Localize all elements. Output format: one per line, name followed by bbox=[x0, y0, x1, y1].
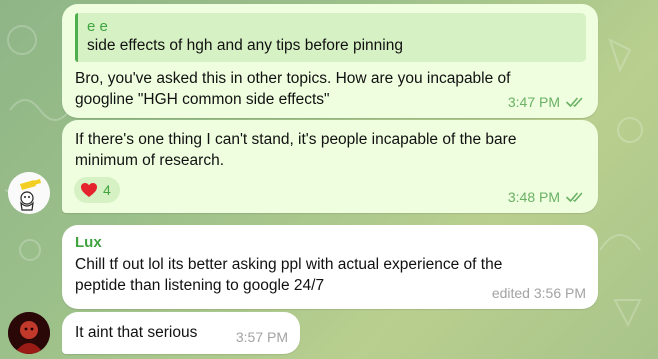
message-meta: 3:57 PM bbox=[236, 329, 288, 345]
message-text: If there's one thing I can't stand, it's… bbox=[75, 131, 517, 169]
message-meta: 3:48 PM bbox=[508, 189, 586, 205]
sender-avatar[interactable] bbox=[8, 312, 50, 354]
message-time: 3:47 PM bbox=[507, 94, 560, 110]
reply-quote-bar bbox=[75, 13, 78, 62]
avatar-image bbox=[8, 172, 50, 214]
sender-name[interactable]: Lux bbox=[75, 234, 586, 252]
reply-quote-sender: e e bbox=[87, 18, 108, 35]
message-time: edited 3:56 PM bbox=[491, 285, 586, 301]
message-meta: 3:47 PM bbox=[508, 94, 586, 110]
reply-quote[interactable]: e e side effects of hgh and any tips bef… bbox=[75, 13, 586, 62]
avatar-image bbox=[8, 312, 50, 354]
incoming-message-bubble[interactable]: Lux Chill tf out lol its better asking p… bbox=[62, 225, 598, 309]
reaction-chip[interactable]: 4 bbox=[74, 177, 120, 203]
double-check-icon bbox=[566, 97, 583, 107]
incoming-message-bubble[interactable]: It aint that serious 3:57 PM bbox=[62, 312, 300, 354]
message-time: 3:48 PM bbox=[507, 189, 560, 205]
message-time: 3:57 PM bbox=[235, 329, 288, 345]
reply-quote-text: side effects of hgh and any tips before … bbox=[87, 37, 403, 54]
outgoing-message-bubble[interactable]: e e side effects of hgh and any tips bef… bbox=[62, 4, 598, 118]
double-check-icon bbox=[566, 192, 583, 202]
sender-avatar[interactable] bbox=[8, 172, 50, 214]
heart-icon bbox=[81, 183, 97, 197]
outgoing-message-bubble[interactable]: If there's one thing I can't stand, it's… bbox=[62, 120, 598, 213]
reaction-count: 4 bbox=[103, 182, 111, 198]
message-meta: edited 3:56 PM bbox=[492, 285, 586, 301]
